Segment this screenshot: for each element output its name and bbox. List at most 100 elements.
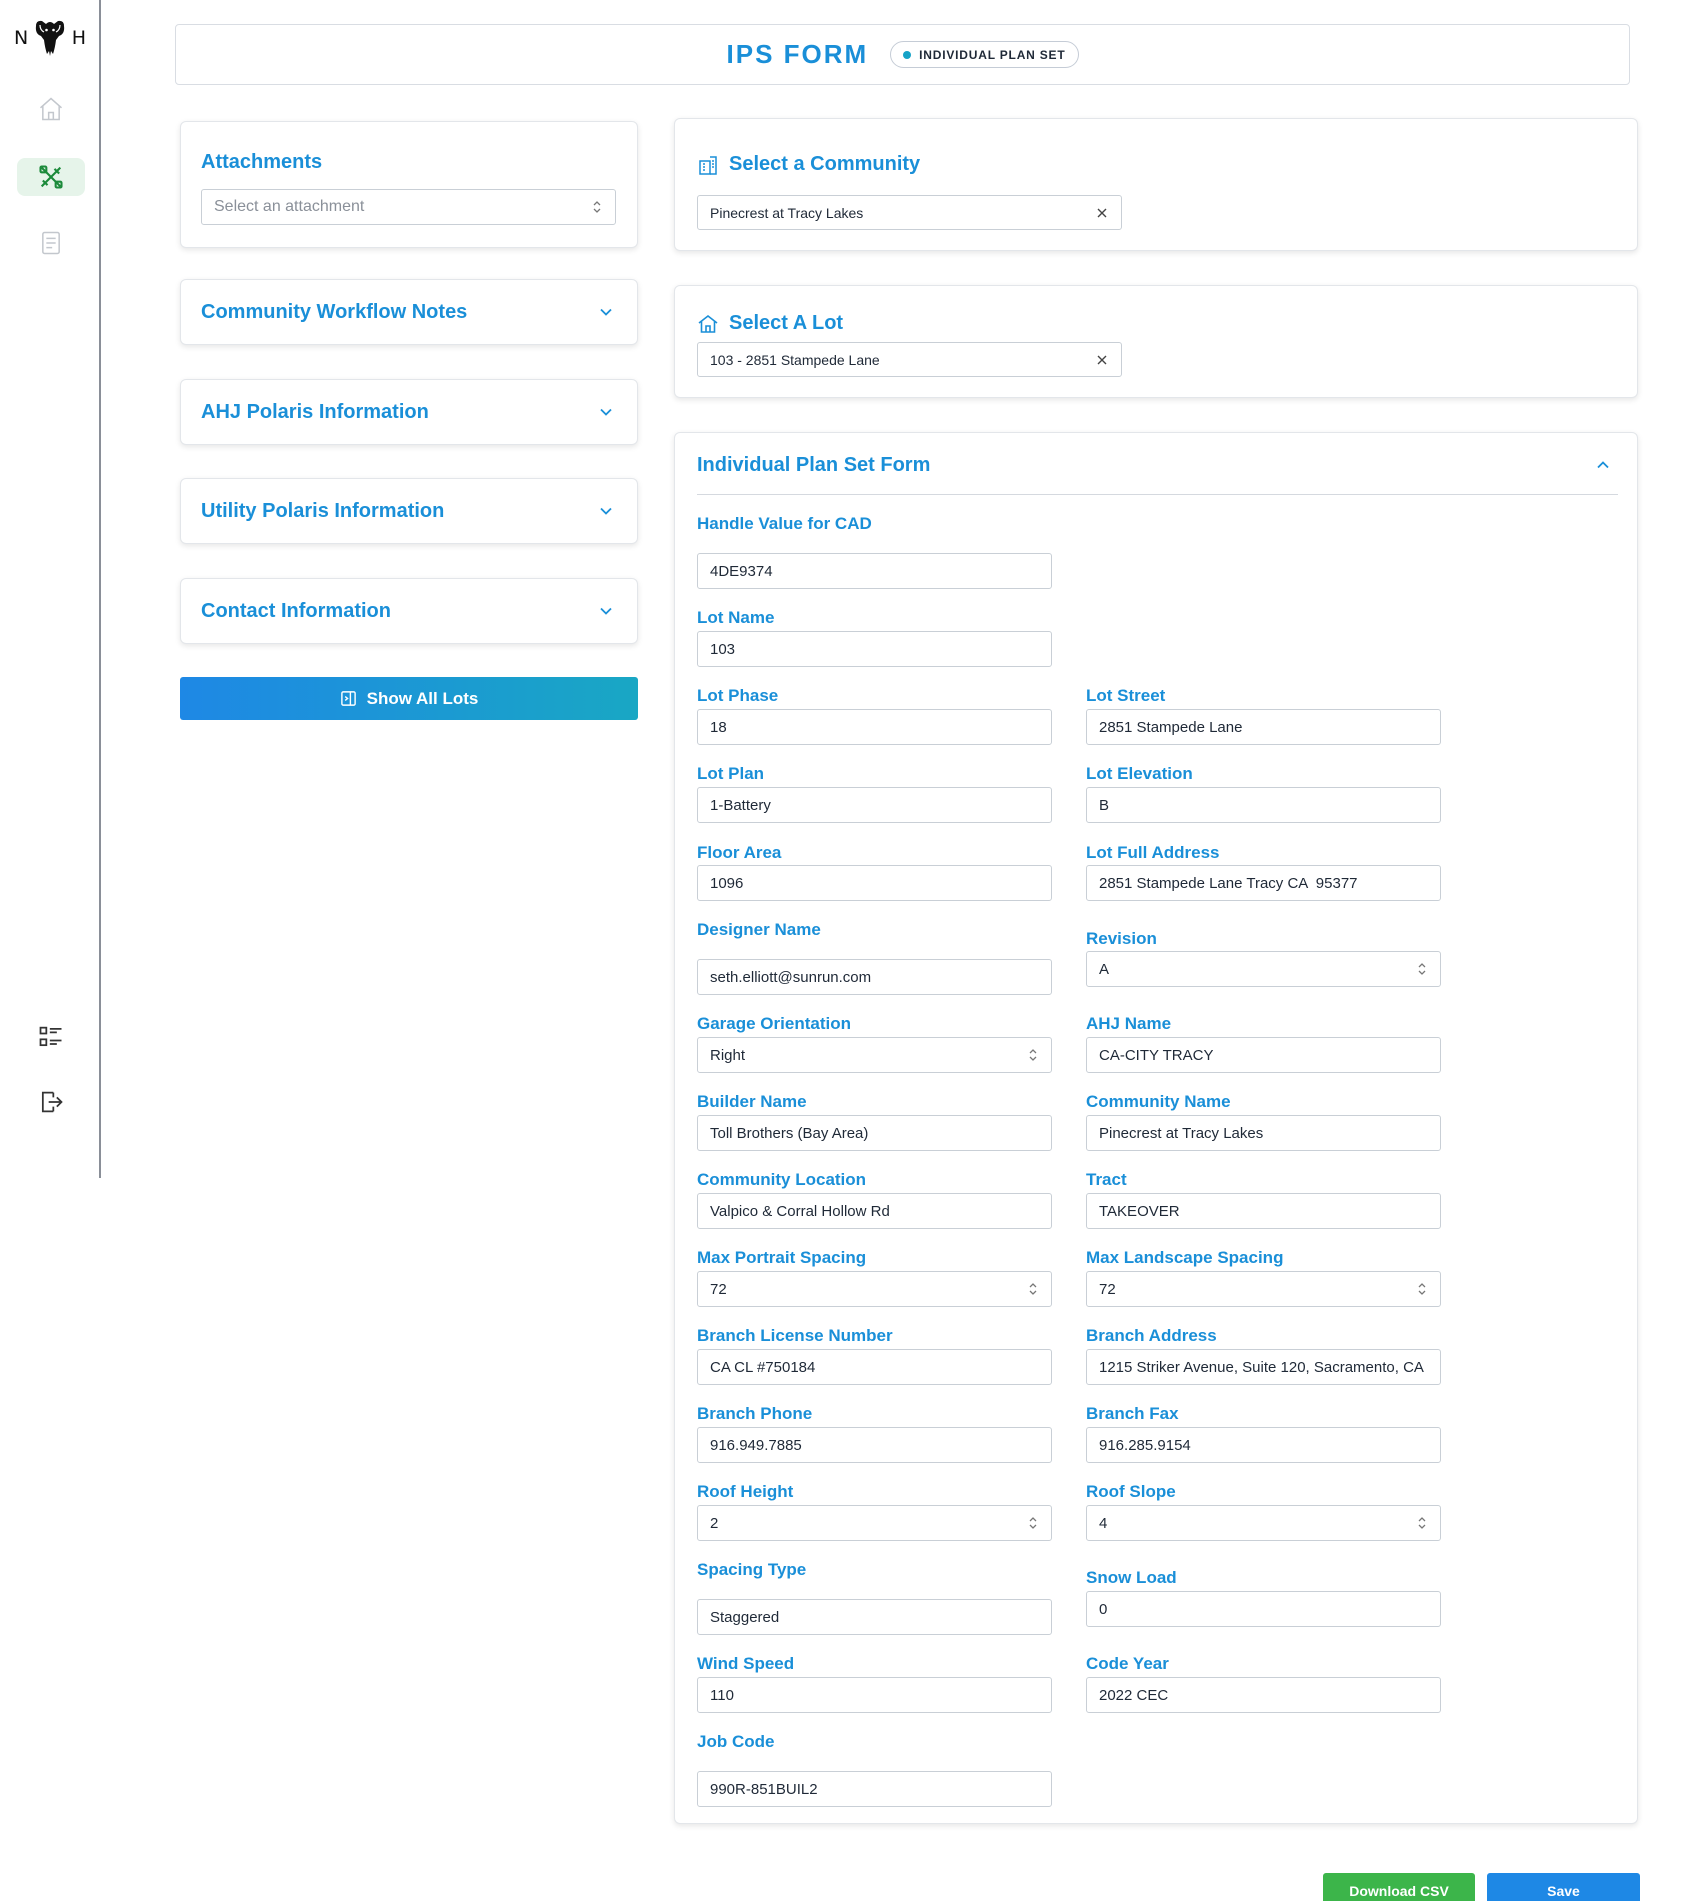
lot-title: Select A Lot [729,312,844,334]
page-title: IPS FORM [726,39,869,69]
accordion-contact-information[interactable]: Contact Information [180,578,638,644]
community-location-input[interactable]: Valpico & Corral Hollow Rd [697,1193,1052,1229]
snow-load-value: 0 [1099,1600,1108,1618]
snow-load-input[interactable]: 0 [1086,1591,1441,1627]
designer-name-input[interactable]: seth.elliott@sunrun.com [697,959,1052,995]
accordion-title: Community Workflow Notes [201,300,468,323]
logo-letter-left: N [14,27,29,49]
roof-height-select[interactable]: 2 [697,1505,1052,1541]
tract-value: TAKEOVER [1099,1202,1180,1220]
spacing-type-value: Staggered [710,1608,780,1626]
form-title: Individual Plan Set Form [697,454,931,476]
garage-orientation-select[interactable]: Right [697,1037,1052,1073]
job-code-label: Job Code [697,1732,775,1751]
sidebar-item-list[interactable] [17,1018,85,1056]
branch-fax-input[interactable]: 916.285.9154 [1086,1427,1441,1463]
lot-elevation-value: B [1099,796,1110,814]
lot-phase-input[interactable]: 18 [697,709,1052,745]
show-all-lots-button[interactable]: Show All Lots [180,677,638,720]
badge-dot-icon [903,50,912,59]
chevron-down-icon [600,607,612,615]
community-name-input[interactable]: Pinecrest at Tracy Lakes [1086,1115,1441,1151]
lot-plan-value: 1-Battery [710,796,771,814]
job-code-input[interactable]: 990R-851BUIL2 [697,1771,1052,1807]
lot-select[interactable]: 103 - 2851 Stampede Lane [697,342,1122,377]
lot-plan-label: Lot Plan [697,764,765,783]
sidebar-item-home[interactable] [17,90,85,128]
select-arrows-icon [1418,1517,1426,1529]
builder-name-label: Builder Name [697,1092,807,1111]
lot-full-address-label: Lot Full Address [1086,843,1220,862]
lot-name-input[interactable]: 103 [697,631,1052,667]
accordion-community-workflow-notes[interactable]: Community Workflow Notes [180,279,638,345]
attachment-select-placeholder: Select an attachment [214,198,365,215]
lot-select-value: 103 - 2851 Stampede Lane [710,351,880,368]
builder-name-input[interactable]: Toll Brothers (Bay Area) [697,1115,1052,1151]
community-card [674,118,1638,251]
ahj-name-input[interactable]: CA-CITY TRACY [1086,1037,1441,1073]
branch-license-input[interactable]: CA CL #750184 [697,1349,1052,1385]
branch-phone-input[interactable]: 916.949.7885 [697,1427,1052,1463]
job-code-value: 990R-851BUIL2 [710,1780,818,1798]
community-select[interactable]: Pinecrest at Tracy Lakes [697,195,1122,230]
logo[interactable]: N H [14,18,86,58]
tract-label: Tract [1086,1170,1127,1189]
lot-elevation-label: Lot Elevation [1086,764,1193,783]
chevron-down-icon [600,408,612,416]
community-name-value: Pinecrest at Tracy Lakes [1099,1124,1264,1142]
max-portrait-spacing-value: 72 [710,1280,727,1298]
max-landscape-spacing-select[interactable]: 72 [1086,1271,1441,1307]
branch-phone-value: 916.949.7885 [710,1436,802,1454]
clear-icon[interactable] [1095,206,1109,220]
clear-icon[interactable] [1095,353,1109,367]
lot-street-input[interactable]: 2851 Stampede Lane [1086,709,1441,745]
handle-value: 4DE9374 [710,562,773,580]
revision-select[interactable]: A [1086,951,1441,987]
designer-name-label: Designer Name [697,920,821,939]
accordion-title: AHJ Polaris Information [201,400,429,423]
roof-slope-select[interactable]: 4 [1086,1505,1441,1541]
code-year-input[interactable]: 2022 CEC [1086,1677,1441,1713]
floor-area-input[interactable]: 1096 [697,865,1052,901]
home-icon [698,314,718,333]
accordion-utility-polaris-information[interactable]: Utility Polaris Information [180,478,638,544]
community-location-value: Valpico & Corral Hollow Rd [710,1202,890,1220]
sidebar-item-tools[interactable] [17,158,85,196]
lot-street-value: 2851 Stampede Lane [1099,718,1243,736]
sidebar-item-document[interactable] [17,224,85,262]
building-icon [699,155,717,175]
spacing-type-label: Spacing Type [697,1560,807,1579]
sidebar-item-logout[interactable] [17,1083,85,1121]
accordion-ahj-polaris-information[interactable]: AHJ Polaris Information [180,379,638,445]
chevron-down-icon [600,308,612,316]
wind-speed-value: 110 [710,1686,734,1704]
page-header: IPS FORM INDIVIDUAL PLAN SET [175,24,1630,85]
code-year-value: 2022 CEC [1099,1686,1169,1704]
max-landscape-spacing-label: Max Landscape Spacing [1086,1248,1284,1267]
tract-input[interactable]: TAKEOVER [1086,1193,1441,1229]
branch-fax-value: 916.285.9154 [1099,1436,1191,1454]
lot-full-address-input[interactable]: 2851 Stampede Lane Tracy CA 95377 [1086,865,1441,901]
attachments-title: Attachments [201,151,323,173]
max-portrait-spacing-label: Max Portrait Spacing [697,1248,867,1267]
attachments-card: Attachments [180,121,638,248]
select-arrows-icon [1029,1049,1037,1061]
chevron-up-icon[interactable] [1594,456,1612,474]
logo-letter-right: H [71,27,86,49]
download-csv-button[interactable]: Download CSV [1323,1873,1475,1901]
select-arrows-icon [1029,1517,1037,1529]
lot-elevation-input[interactable]: B [1086,787,1441,823]
code-year-label: Code Year [1086,1654,1169,1673]
branch-address-input[interactable]: 1215 Striker Avenue, Suite 120, Sacramen… [1086,1349,1441,1385]
attachment-select[interactable]: Select an attachment [201,189,616,225]
handle-input[interactable]: 4DE9374 [697,553,1052,589]
spacing-type-input[interactable]: Staggered [697,1599,1052,1635]
max-landscape-spacing-value: 72 [1099,1280,1116,1298]
select-arrows-icon [593,201,601,213]
wind-speed-input[interactable]: 110 [697,1677,1052,1713]
branch-phone-label: Branch Phone [697,1404,813,1423]
lot-plan-input[interactable]: 1-Battery [697,787,1052,823]
max-portrait-spacing-select[interactable]: 72 [697,1271,1052,1307]
save-button[interactable]: Save [1487,1873,1640,1901]
document-icon [42,231,60,255]
